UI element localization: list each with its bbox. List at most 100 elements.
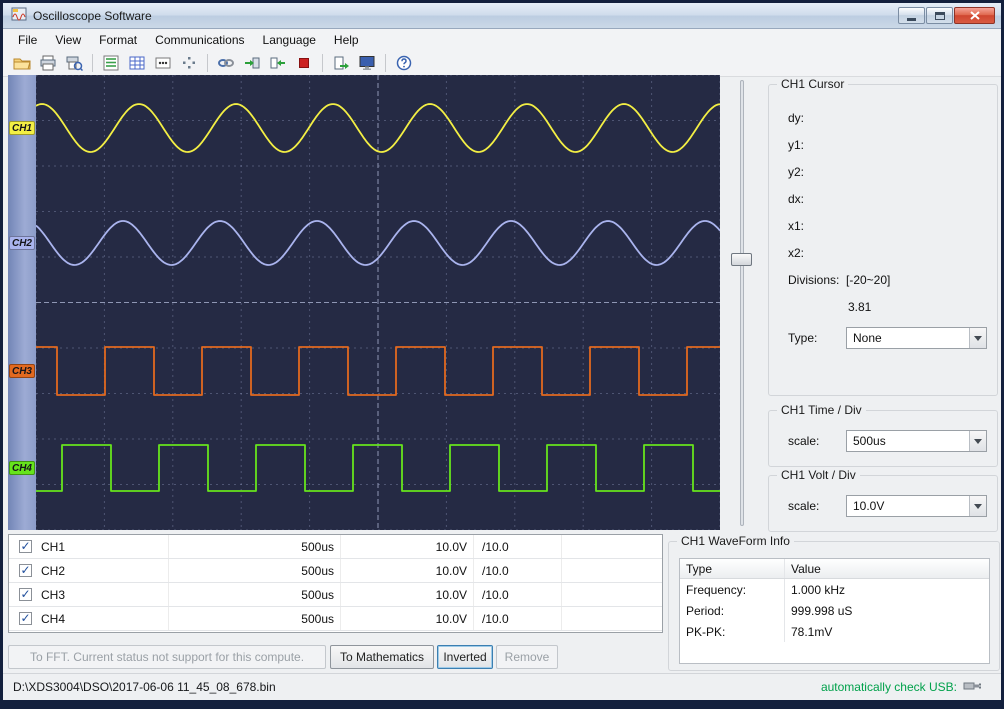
channel-volt: 10.0V [341, 583, 474, 606]
header-value[interactable]: Value [785, 559, 989, 578]
time-scale-select[interactable]: 500us [846, 430, 987, 452]
scope-display[interactable] [36, 75, 720, 530]
menu-communications[interactable]: Communications [146, 30, 253, 50]
fft-button: To FFT. Current status not support for t… [8, 645, 326, 669]
load-data-icon[interactable] [267, 53, 289, 73]
open-file-icon[interactable] [11, 53, 33, 73]
cursor-panel: CH1 Cursor dy: y1: y2: dx: x1: x2: Divis… [768, 84, 998, 396]
cursor-type-label: Type: [788, 331, 817, 345]
info-value: 1.000 kHz [785, 579, 989, 600]
channel-marker-ch2[interactable]: CH2 [9, 236, 35, 250]
channel-name: CH3 [41, 583, 169, 606]
ch3-visible-checkbox[interactable] [19, 588, 32, 601]
titlebar[interactable]: Oscilloscope Software [3, 3, 1001, 29]
toolbar-separator [322, 54, 323, 72]
channel-volt: 10.0V [341, 607, 474, 630]
cursor-dx-label: dx: [788, 192, 804, 206]
export-data-icon[interactable] [330, 53, 352, 73]
waveform-info-header[interactable]: Type Value [680, 559, 989, 579]
connect-device-icon[interactable] [215, 53, 237, 73]
volt-scale-select[interactable]: 10.0V [846, 495, 987, 517]
menu-format[interactable]: Format [90, 30, 146, 50]
close-button[interactable] [954, 7, 995, 24]
info-row-pkpk: PK-PK: 78.1mV [680, 621, 989, 642]
chevron-down-icon[interactable] [969, 431, 986, 451]
channel-row-ch4[interactable]: CH4 500us 10.0V /10.0 [9, 607, 662, 631]
print-preview-icon[interactable] [63, 53, 85, 73]
statusbar: D:\XDS3004\DSO\2017-06-06 11_45_08_678.b… [3, 673, 1001, 700]
import-data-icon[interactable] [241, 53, 263, 73]
menu-view[interactable]: View [46, 30, 90, 50]
chevron-down-icon[interactable] [969, 496, 986, 516]
align-traces-icon[interactable] [178, 53, 200, 73]
full-screen-icon[interactable] [356, 53, 378, 73]
toolbar-separator [207, 54, 208, 72]
display-options-icon[interactable] [152, 53, 174, 73]
minimize-icon [907, 18, 916, 21]
menu-language[interactable]: Language [254, 30, 325, 50]
channel-marker-ch4[interactable]: CH4 [9, 461, 35, 475]
cursor-y1-label: y1: [788, 138, 804, 152]
waveform-info-table: Type Value Frequency: 1.000 kHz Period: … [679, 558, 990, 664]
channel-probe: /10.0 [474, 607, 562, 630]
app-icon [11, 6, 27, 25]
grid-display-icon[interactable] [126, 53, 148, 73]
channel-probe: /10.0 [474, 559, 562, 582]
stop-record-icon[interactable] [293, 53, 315, 73]
channel-marker-ch3[interactable]: CH3 [9, 364, 35, 378]
channel-name: CH1 [41, 535, 169, 558]
inverted-button[interactable]: Inverted [437, 645, 493, 669]
channel-time: 500us [169, 607, 341, 630]
maximize-button[interactable] [926, 7, 953, 24]
vertical-slider-handle[interactable] [731, 253, 752, 266]
print-icon[interactable] [37, 53, 59, 73]
channel-row-ch2[interactable]: CH2 500us 10.0V /10.0 [9, 559, 662, 583]
channel-table: CH1 500us 10.0V /10.0 CH2 500us 10.0V /1… [8, 534, 663, 633]
info-type: PK-PK: [680, 621, 785, 642]
channel-row-ch3[interactable]: CH3 500us 10.0V /10.0 [9, 583, 662, 607]
ch2-visible-checkbox[interactable] [19, 564, 32, 577]
minimize-button[interactable] [898, 7, 925, 24]
time-div-title: CH1 Time / Div [777, 403, 866, 417]
chevron-down-icon[interactable] [969, 328, 986, 348]
info-type: Frequency: [680, 579, 785, 600]
channel-row-ch1[interactable]: CH1 500us 10.0V /10.0 [9, 535, 662, 559]
menu-help[interactable]: Help [325, 30, 368, 50]
info-row-period: Period: 999.998 uS [680, 600, 989, 621]
waveform-info-panel: CH1 WaveForm Info Type Value Frequency: … [668, 541, 1000, 671]
cursor-panel-title: CH1 Cursor [777, 77, 848, 91]
channel-probe: /10.0 [474, 535, 562, 558]
time-scale-value: 500us [847, 434, 969, 448]
divisions-label: Divisions: [788, 273, 839, 287]
header-type[interactable]: Type [680, 559, 785, 578]
channel-time: 500us [169, 559, 341, 582]
cursor-type-value: None [847, 331, 969, 345]
window-controls [898, 7, 995, 24]
ch1-visible-checkbox[interactable] [19, 540, 32, 553]
channel-time: 500us [169, 583, 341, 606]
cursor-type-select[interactable]: None [846, 327, 987, 349]
toolbar-separator [385, 54, 386, 72]
menu-file[interactable]: File [9, 30, 46, 50]
toolbar-separator [92, 54, 93, 72]
channel-marker-ch1[interactable]: CH1 [9, 121, 35, 135]
ch4-visible-checkbox[interactable] [19, 612, 32, 625]
volt-scale-label: scale: [788, 499, 819, 513]
file-path: D:\XDS3004\DSO\2017-06-06 11_45_08_678.b… [13, 680, 276, 694]
window-title: Oscilloscope Software [33, 9, 152, 23]
usb-status: automatically check USB: [821, 680, 991, 695]
channel-list-icon[interactable] [100, 53, 122, 73]
channel-time: 500us [169, 535, 341, 558]
divisions-value: 3.81 [848, 300, 871, 314]
close-icon [970, 11, 980, 20]
usb-icon [963, 680, 985, 695]
usb-status-text: automatically check USB: [821, 680, 957, 694]
mathematics-button[interactable]: To Mathematics [330, 645, 434, 669]
cursor-x1-label: x1: [788, 219, 804, 233]
channel-name: CH2 [41, 559, 169, 582]
cursor-x2-label: x2: [788, 246, 804, 260]
info-row-frequency: Frequency: 1.000 kHz [680, 579, 989, 600]
info-value: 999.998 uS [785, 600, 989, 621]
help-icon[interactable] [393, 53, 415, 73]
vertical-slider-track[interactable] [740, 80, 744, 526]
